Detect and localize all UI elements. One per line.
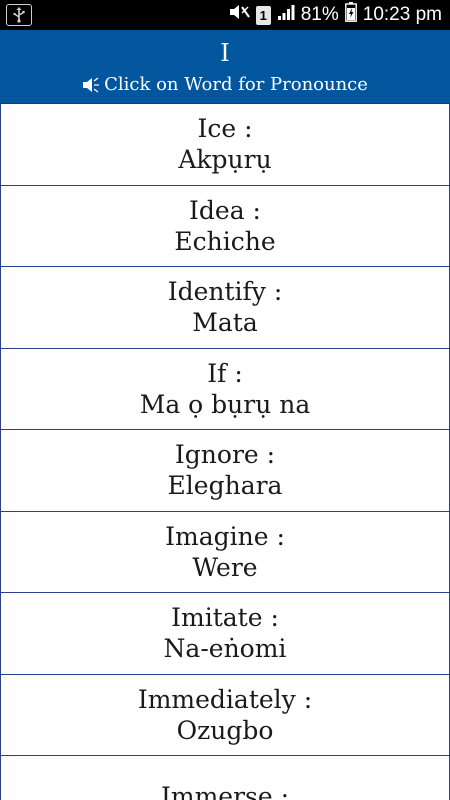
status-bar: 1 81% 10:23 pm bbox=[0, 0, 450, 30]
igbo-translation: Ma ọ bụrụ na bbox=[139, 389, 311, 419]
word-item-ice[interactable]: Ice : Akpụrụ bbox=[0, 104, 450, 186]
igbo-translation: Were bbox=[192, 552, 258, 582]
app-header: I Click on Word for Pronounce bbox=[0, 30, 450, 104]
pronounce-hint: Click on Word for Pronounce bbox=[82, 74, 368, 95]
clock: 10:23 pm bbox=[362, 4, 442, 25]
english-word: Ice : bbox=[197, 114, 253, 144]
english-word: Immerse : bbox=[160, 781, 290, 800]
english-word: Idea : bbox=[189, 195, 261, 225]
status-bar-left bbox=[6, 4, 32, 26]
speaker-icon bbox=[83, 77, 100, 92]
word-item-imitate[interactable]: Imitate : Na-eṅomi bbox=[0, 593, 450, 675]
word-list: Ice : Akpụrụ Idea : Echiche Identify : M… bbox=[0, 104, 450, 800]
word-item-imagine[interactable]: Imagine : Were bbox=[0, 511, 450, 593]
page-title: I bbox=[220, 39, 230, 67]
igbo-translation: Eleghara bbox=[167, 471, 283, 501]
english-word: Ignore : bbox=[174, 440, 276, 470]
signal-icon bbox=[277, 3, 295, 27]
word-item-identify[interactable]: Identify : Mata bbox=[0, 267, 450, 349]
battery-icon bbox=[344, 2, 357, 28]
igbo-translation: Akpụrụ bbox=[178, 145, 272, 175]
pronounce-hint-text: Click on Word for Pronounce bbox=[104, 74, 368, 95]
battery-percent: 81% bbox=[300, 4, 339, 25]
english-word: Imitate : bbox=[171, 603, 279, 633]
word-item-immediately[interactable]: Immediately : Ozugbo bbox=[0, 674, 450, 756]
english-word: Imagine : bbox=[165, 521, 285, 551]
igbo-translation: Ozugbo bbox=[176, 715, 274, 745]
mute-icon bbox=[228, 3, 250, 27]
word-item-ignore[interactable]: Ignore : Eleghara bbox=[0, 430, 450, 512]
word-item-idea[interactable]: Idea : Echiche bbox=[0, 185, 450, 267]
word-item-immerse[interactable]: Immerse : bbox=[0, 756, 450, 800]
english-word: Immediately : bbox=[137, 684, 313, 714]
english-word: If : bbox=[207, 358, 243, 388]
igbo-translation: Na-eṅomi bbox=[163, 634, 287, 664]
igbo-translation: Echiche bbox=[174, 226, 276, 256]
status-bar-right: 1 81% 10:23 pm bbox=[228, 2, 442, 28]
igbo-translation: Mata bbox=[192, 308, 258, 338]
sim-icon: 1 bbox=[255, 5, 271, 25]
english-word: Identify : bbox=[167, 277, 283, 307]
word-item-if[interactable]: If : Ma ọ bụrụ na bbox=[0, 348, 450, 430]
usb-icon bbox=[6, 4, 32, 26]
